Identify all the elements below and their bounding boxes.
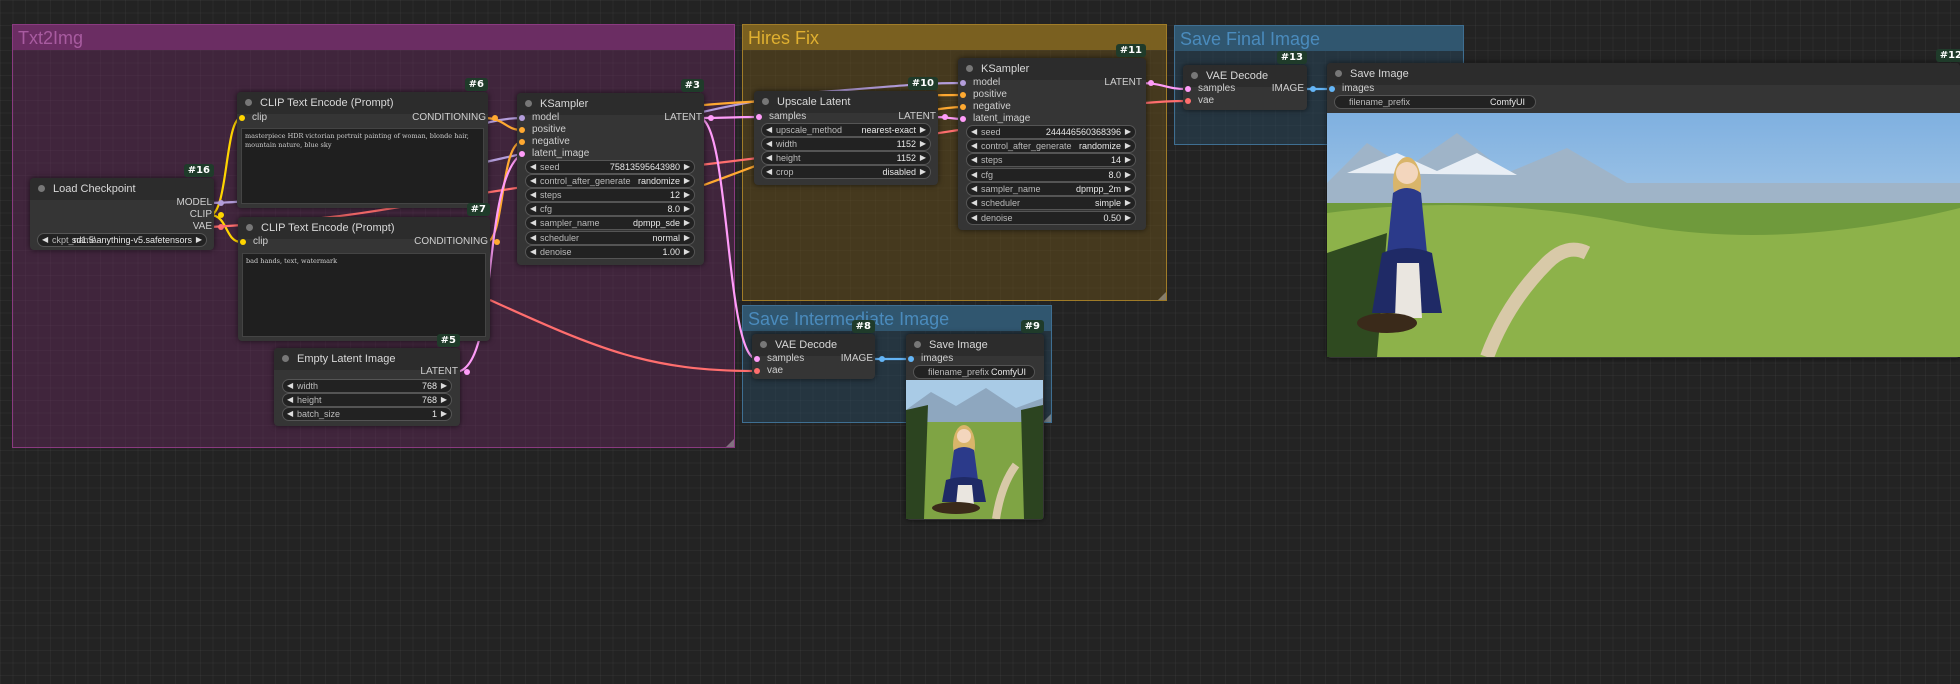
node-id-badge: #3 (680, 79, 704, 92)
input-latent-image[interactable]: latent_image (960, 113, 1030, 125)
width-widget[interactable]: ◀ width 768 ▶ (282, 379, 452, 393)
input-images[interactable]: images (908, 353, 953, 365)
node-title[interactable]: Upscale Latent (754, 91, 938, 113)
portrait-landscape-image (1327, 113, 1960, 357)
upscale-method-widget[interactable]: ◀ upscale_method nearest-exact ▶ (761, 123, 931, 137)
input-images[interactable]: images (1329, 83, 1374, 95)
collapse-dot[interactable] (246, 224, 253, 231)
batch-size-widget[interactable]: ◀ batch_size 1 ▶ (282, 407, 452, 421)
control-after-generate-widget[interactable]: ◀ control_after_generate randomize ▶ (966, 139, 1136, 153)
collapse-dot[interactable] (38, 185, 45, 192)
seed-widget[interactable]: ◀ seed 244446560368396 ▶ (966, 125, 1136, 139)
portrait-landscape-image (906, 380, 1043, 519)
collapse-dot[interactable] (762, 98, 769, 105)
output-image[interactable]: IMAGE (810, 353, 885, 365)
node-id-badge: #6 (464, 78, 488, 91)
input-samples[interactable]: samples (1185, 83, 1235, 95)
input-vae[interactable]: vae (1185, 95, 1214, 107)
node-id-badge: #9 (1020, 320, 1044, 333)
input-negative[interactable]: negative (519, 136, 570, 148)
node-title[interactable]: CLIP Text Encode (Prompt) (237, 92, 488, 114)
filename-prefix-field[interactable]: filename_prefix ComfyUI (913, 365, 1035, 379)
input-samples[interactable]: samples (756, 111, 806, 123)
node-title[interactable]: Save Image (1327, 63, 1960, 85)
seed-widget[interactable]: ◀ seed 75813595643980 ▶ (525, 160, 695, 174)
output-latent[interactable]: LATENT (380, 366, 470, 378)
scheduler-widget[interactable]: ◀ scheduler simple ▶ (966, 196, 1136, 210)
arrow-left-icon: ◀ (42, 235, 49, 244)
denoise-widget[interactable]: ◀ denoise 0.50 ▶ (966, 211, 1136, 225)
resize-handle[interactable] (1158, 292, 1166, 300)
sampler-name-widget[interactable]: ◀ sampler_name dpmpp_2m ▶ (966, 182, 1136, 196)
node-id-badge: #13 (1276, 51, 1307, 64)
collapse-dot[interactable] (914, 341, 921, 348)
output-latent[interactable]: LATENT (620, 112, 714, 124)
input-model[interactable]: model (960, 77, 1000, 89)
sampler-name-widget[interactable]: ◀ sampler_name dpmpp_sde ▶ (525, 216, 695, 230)
group-title: Save Intermediate Image (743, 306, 1051, 331)
output-latent[interactable]: LATENT (1060, 77, 1154, 89)
output-conditioning[interactable]: CONDITIONING (380, 112, 498, 124)
group-title: Hires Fix (743, 25, 1166, 50)
collapse-dot[interactable] (1335, 70, 1342, 77)
node-id-badge: #11 (1115, 44, 1146, 57)
scheduler-widget[interactable]: ◀ scheduler normal ▶ (525, 231, 695, 245)
output-conditioning[interactable]: CONDITIONING (380, 236, 500, 248)
output-image-preview-final[interactable] (1327, 113, 1960, 357)
node-clip-text-encode-positive[interactable]: #6 CLIP Text Encode (Prompt) masterpiece… (237, 78, 488, 208)
steps-widget[interactable]: ◀ steps 14 ▶ (966, 153, 1136, 167)
node-id-badge: #8 (851, 320, 875, 333)
collapse-dot[interactable] (966, 65, 973, 72)
output-image[interactable]: IMAGE (1240, 83, 1316, 95)
input-latent-image[interactable]: latent_image (519, 148, 589, 160)
arrow-right-icon: ▶ (195, 235, 202, 244)
node-id-badge: #12 (1935, 49, 1960, 62)
group-title: Txt2Img (13, 25, 734, 50)
input-clip[interactable]: clip (240, 236, 268, 248)
node-id-badge: #10 (907, 77, 938, 90)
input-positive[interactable]: positive (960, 89, 1007, 101)
node-id-badge: #5 (436, 334, 460, 347)
prompt-textarea[interactable]: masterpiece HDR victorian portrait paint… (241, 128, 484, 204)
group-title: Save Final Image (1175, 26, 1463, 51)
input-vae[interactable]: vae (754, 365, 783, 377)
collapse-dot[interactable] (760, 341, 767, 348)
input-model[interactable]: model (519, 112, 559, 124)
output-clip[interactable]: CLIP (120, 209, 224, 221)
output-latent[interactable]: LATENT (860, 111, 948, 123)
crop-widget[interactable]: ◀ crop disabled ▶ (761, 165, 931, 179)
output-model[interactable]: MODEL (120, 197, 224, 209)
input-samples[interactable]: samples (754, 353, 804, 365)
width-widget[interactable]: ◀ width 1152 ▶ (761, 137, 931, 151)
collapse-dot[interactable] (1191, 72, 1198, 79)
input-positive[interactable]: positive (519, 124, 566, 136)
cfg-widget[interactable]: ◀ cfg 8.0 ▶ (966, 168, 1136, 182)
filename-prefix-field[interactable]: filename_prefix ComfyUI (1334, 95, 1536, 109)
denoise-widget[interactable]: ◀ denoise 1.00 ▶ (525, 245, 695, 259)
control-after-generate-widget[interactable]: ◀ control_after_generate randomize ▶ (525, 174, 695, 188)
prompt-textarea[interactable]: bad hands, text, watermark (242, 253, 486, 337)
resize-handle[interactable] (1043, 414, 1051, 422)
steps-widget[interactable]: ◀ steps 12 ▶ (525, 188, 695, 202)
height-widget[interactable]: ◀ height 768 ▶ (282, 393, 452, 407)
collapse-dot[interactable] (245, 99, 252, 106)
input-negative[interactable]: negative (960, 101, 1011, 113)
node-id-badge: #7 (466, 203, 490, 216)
collapse-dot[interactable] (525, 100, 532, 107)
node-id-badge: #16 (183, 164, 214, 177)
output-vae[interactable]: VAE (120, 221, 224, 233)
cfg-widget[interactable]: ◀ cfg 8.0 ▶ (525, 202, 695, 216)
height-widget[interactable]: ◀ height 1152 ▶ (761, 151, 931, 165)
output-image-preview-intermediate[interactable] (906, 380, 1043, 519)
ckpt-name-combo[interactable]: ◀ ckpt_name sd1.5\anything-v5.safetensor… (37, 233, 207, 247)
input-clip[interactable]: clip (239, 112, 267, 124)
resize-handle[interactable] (726, 439, 734, 447)
collapse-dot[interactable] (282, 355, 289, 362)
